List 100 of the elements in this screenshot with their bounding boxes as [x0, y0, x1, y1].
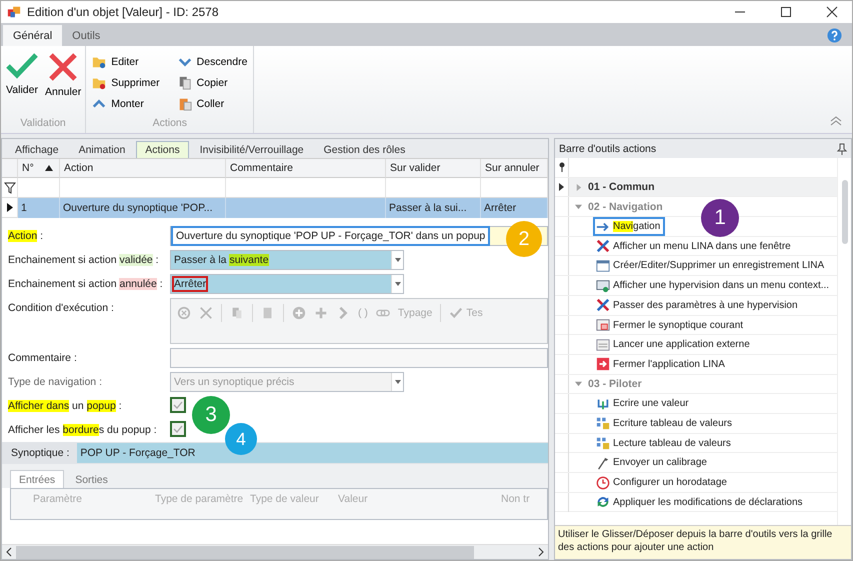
toolbar-button[interactable] [199, 304, 222, 322]
filter-pin-icon [558, 162, 564, 172]
toolbar-button[interactable] [261, 304, 284, 322]
field-label: Afficher dans un popup : [8, 399, 123, 412]
form-icon [596, 258, 610, 273]
collapsed-icon [575, 184, 582, 191]
toolbar-button[interactable] [177, 304, 191, 322]
dropdown[interactable]: Passer à la suivante [170, 250, 404, 270]
column-header[interactable]: Commentaire [226, 159, 386, 178]
folder-delete-icon [92, 76, 106, 90]
expanded-icon [575, 203, 582, 210]
horizontal-scrollbar[interactable] [2, 544, 548, 559]
collapse-icon[interactable] [830, 116, 842, 126]
tree-item[interactable]: Lecture tableau de valeurs [593, 434, 736, 453]
tab[interactable]: Entrées [10, 470, 64, 488]
copy-icon [178, 76, 192, 90]
ribbon-button[interactable]: Copier [176, 73, 250, 93]
tree-item[interactable]: Lancer une application externe [593, 335, 755, 354]
tree-item[interactable]: Configurer un horodatage [593, 473, 732, 492]
tree-item[interactable]: Ecriture tableau de valeurs [593, 414, 737, 433]
close-icon [48, 52, 78, 82]
tab[interactable]: Sorties [66, 470, 117, 488]
table-cell: Ouverture du synoptique 'POP... [60, 198, 226, 218]
table-icon [596, 416, 610, 430]
column-header: Paramètre [32, 492, 84, 506]
ribbon-button[interactable]: Annuler [45, 52, 82, 100]
tab[interactable]: Invisibilité/Verrouillage [190, 141, 313, 158]
clock-icon [596, 476, 610, 490]
caret-icon [394, 258, 400, 262]
field-label: Condition d'exécution : [8, 301, 115, 314]
ribbon-tab[interactable]: Général [3, 25, 62, 46]
column-header[interactable]: Sur annuler [481, 159, 548, 178]
window-title: Edition d'un objet [Valeur] - ID: 2578 [27, 5, 220, 19]
tree-item[interactable]: Afficher un menu LINA dans une fenêtre [593, 236, 796, 256]
column-header[interactable]: Action [60, 159, 226, 178]
app-icon [7, 5, 21, 19]
filter-icon [4, 182, 16, 194]
tree-item[interactable]: Afficher une hypervision dans un menu context... [593, 276, 834, 296]
paste-icon [178, 97, 192, 111]
caret-icon [394, 282, 400, 286]
ribbon-button[interactable]: Coller [176, 94, 250, 114]
vertical-scrollbar[interactable] [837, 158, 851, 525]
current-row-icon [6, 203, 12, 212]
tree-item[interactable]: Créer/Editer/Supprimer un enregistrement LINA [593, 256, 830, 276]
field-label: Commentaire : [8, 351, 78, 364]
column-header: Non tr [500, 492, 531, 506]
crossed-tools-icon [596, 239, 610, 254]
tree-item[interactable]: Fermer le synoptique courant [593, 316, 748, 334]
check-icon [5, 52, 39, 80]
text-field[interactable] [170, 348, 548, 368]
panel-title: Barre d'outils actions [559, 142, 656, 154]
field-label: Synoptique : [11, 447, 70, 459]
column-header[interactable]: Sur valider [386, 159, 481, 178]
folder-pencil-icon [92, 55, 106, 69]
tree-item[interactable]: Appliquer les modifications de déclarations [593, 492, 808, 512]
tree-item[interactable]: Navigation [593, 217, 666, 236]
check-icon [173, 424, 183, 434]
sync-icon [596, 495, 610, 510]
check-icon [449, 306, 464, 320]
help-icon[interactable] [827, 28, 842, 43]
toolbar-button[interactable] [292, 304, 306, 322]
maximize-icon [780, 6, 792, 18]
table-cell: 1 [18, 198, 60, 218]
filter-cell[interactable] [2, 178, 18, 198]
checkbox[interactable] [170, 421, 186, 437]
column-header: Type de valeur [249, 492, 320, 506]
table-cell: Arrêter [481, 198, 548, 218]
ribbon-tab[interactable]: Outils [62, 25, 110, 46]
field-label: Enchainement si action annulée : [8, 277, 164, 290]
tree-group[interactable]: 01 - Commun [569, 178, 837, 196]
pen-icon [596, 456, 610, 470]
tab[interactable]: Animation [70, 141, 134, 158]
field-label: Enchainement si action validée : [8, 253, 160, 266]
checkbox[interactable] [170, 397, 186, 413]
tab[interactable]: Affichage [6, 141, 68, 158]
close-icon [199, 306, 213, 320]
group-label: Actions [152, 117, 188, 131]
screen-icon [596, 278, 610, 293]
column-header: Type de paramètre [154, 492, 244, 506]
table-cell: Passer à la sui... [386, 198, 481, 218]
ribbon-button[interactable]: Supprimer [90, 73, 162, 93]
pin-icon[interactable] [837, 142, 847, 154]
copy-icon [230, 306, 244, 320]
dropdown[interactable]: Arrêter [170, 274, 404, 294]
ribbon-button[interactable]: Editer [90, 52, 162, 72]
tree-item[interactable]: Passer des paramètres à une hypervision [593, 296, 803, 315]
tree-item[interactable]: Fermer l'application LINA [593, 354, 730, 374]
tree-item[interactable]: Ecrire une valeur [593, 394, 694, 414]
ribbon-button[interactable]: Descendre [176, 52, 250, 72]
window-icon [596, 338, 610, 352]
plus-icon [314, 306, 328, 320]
column-header[interactable]: N° [18, 159, 60, 178]
ribbon-button[interactable]: Valider [5, 52, 39, 100]
ribbon-button[interactable]: Monter [90, 94, 162, 114]
tab[interactable]: Actions [136, 141, 189, 158]
tab[interactable]: Gestion des rôles [314, 141, 414, 158]
write-value-icon [596, 396, 610, 411]
toolbar-button[interactable] [230, 304, 253, 322]
row-indicator-icon [559, 183, 564, 192]
tree-item[interactable]: Envoyer un calibrage [593, 453, 712, 472]
